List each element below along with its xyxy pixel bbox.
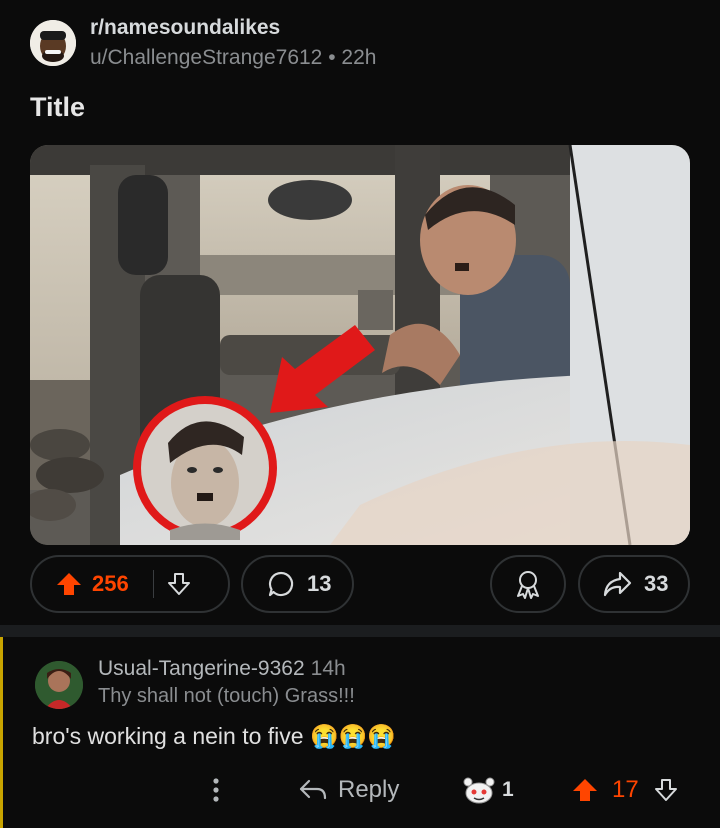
award-count: 1 xyxy=(502,778,514,801)
comment-age: 14h xyxy=(310,657,346,680)
vote-divider xyxy=(152,570,154,598)
award-icon xyxy=(513,569,543,599)
reply-button[interactable]: Reply xyxy=(298,765,399,815)
more-options-button[interactable] xyxy=(212,765,220,815)
post-author[interactable]: u/ChallengeStrange7612 xyxy=(90,46,322,69)
upvote-count: 256 xyxy=(92,571,129,596)
subreddit-name[interactable]: r/namesoundalikes xyxy=(90,16,280,40)
user-flair: Thy shall not (touch) Grass!!! xyxy=(98,685,355,707)
snoo-award-icon xyxy=(462,774,496,806)
upvote-icon[interactable] xyxy=(56,571,82,597)
comment-author-line: Usual-Tangerine-9362 14h xyxy=(98,657,346,681)
comment-author[interactable]: Usual-Tangerine-9362 xyxy=(98,657,305,680)
post-title[interactable]: Title xyxy=(30,92,85,123)
comment-body: bro's working a nein to five 😭😭😭 xyxy=(32,723,396,749)
comment-count: 13 xyxy=(307,571,332,596)
comment: Usual-Tangerine-9362 14h Thy shall not (t… xyxy=(0,637,720,828)
upvote-icon[interactable] xyxy=(572,777,598,803)
section-divider xyxy=(0,625,720,637)
more-icon xyxy=(212,777,220,803)
post-age: 22h xyxy=(341,46,377,69)
downvote-icon[interactable] xyxy=(166,571,192,597)
post-meta: u/ChallengeStrange7612 • 22h xyxy=(90,46,376,70)
downvote-icon[interactable] xyxy=(653,777,679,803)
comment-icon xyxy=(267,570,295,598)
post-image[interactable] xyxy=(30,145,690,545)
comment-vote-control: 17 xyxy=(572,765,679,815)
share-button[interactable]: 33 xyxy=(578,555,690,613)
comment-award[interactable]: 1 xyxy=(462,765,514,815)
share-count: 33 xyxy=(644,571,669,596)
reply-icon xyxy=(298,778,328,802)
meta-separator: • xyxy=(328,46,336,69)
comment-actions: Reply 1 17 xyxy=(0,765,720,815)
vote-control: 256 xyxy=(30,555,230,613)
avatar[interactable] xyxy=(35,661,83,709)
award-button[interactable] xyxy=(490,555,566,613)
comments-button[interactable]: 13 xyxy=(241,555,354,613)
comment-score: 17 xyxy=(612,776,639,803)
share-icon xyxy=(602,570,632,598)
post-header: r/namesoundalikes u/ChallengeStrange7612… xyxy=(30,16,690,76)
reply-label: Reply xyxy=(338,776,400,803)
subreddit-avatar[interactable] xyxy=(30,20,76,66)
